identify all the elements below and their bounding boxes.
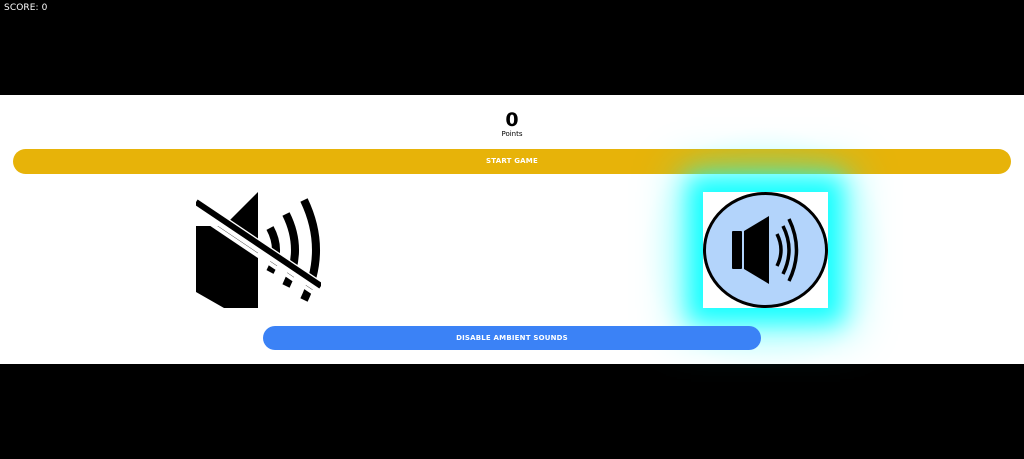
speaker-muted-icon [196,192,321,308]
sound-off-option[interactable] [196,192,321,308]
start-game-button[interactable]: START GAME [13,149,1011,174]
points-value: 0 [505,109,519,131]
points-label: Points [501,130,523,138]
sound-on-option[interactable] [703,192,828,308]
disable-ambient-sounds-button[interactable]: DISABLE AMBIENT SOUNDS [263,326,761,350]
speaker-on-icon [703,192,828,308]
hud-score: SCORE: 0 [4,3,48,13]
game-panel: 0 Points START GAME DISABLE AMBIENT SOUN… [0,95,1024,375]
